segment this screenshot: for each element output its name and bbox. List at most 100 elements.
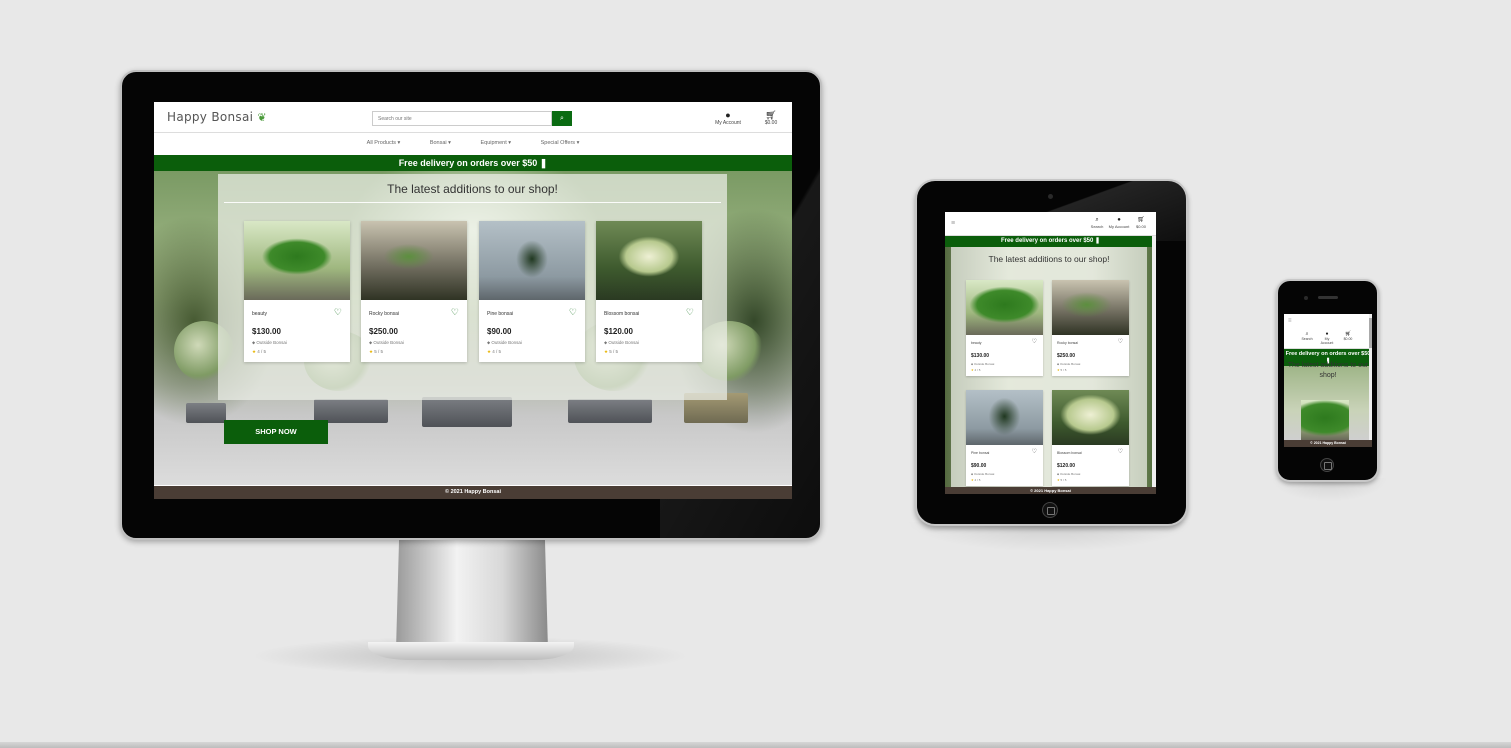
product-name[interactable]: Pine bonsai [971,451,989,455]
scrollbar[interactable] [1369,314,1372,447]
product-name[interactable]: Blossom bonsai [1057,451,1082,455]
latest-products-panel: The latest additions to our shop! beauty… [218,174,727,400]
product-card[interactable]: Pine bonsai ♡ $90.00 ⬥ Outside Bonsai ★ … [479,221,585,362]
product-price: $250.00 [369,327,398,336]
section-title: The latest additions to our shop! [988,254,1110,264]
product-category[interactable]: ⬥ Outside Bonsai [252,340,287,345]
hero-section: The latest additions to our shop! [1284,362,1372,440]
product-price: $90.00 [971,463,987,469]
delivery-banner: Free delivery on orders over $50 ❚ [945,236,1156,247]
product-rating: ★ 4 / 5 [971,368,981,372]
heart-icon[interactable]: ♡ [334,307,342,318]
tablet-screen: ≡ ⌕ Search ● My Account 🛒︎ $0.00 Free deliv… [945,212,1156,494]
search-toggle[interactable]: ⌕ Search [1085,216,1109,229]
heart-icon[interactable]: ♡ [1032,338,1037,345]
nav-all-products[interactable]: All Products ▾ [367,140,401,146]
product-category[interactable]: ⬥ Outside Bonsai [369,340,404,345]
product-rating: ★ 4 / 5 [252,349,267,354]
desktop-screen: Happy Bonsai ❦ Search our site ⌕ ● My Ac… [154,102,792,499]
search-toggle[interactable]: ⌕ Search [1298,331,1316,341]
heart-icon[interactable]: ♡ [569,307,577,318]
product-card[interactable]: Blossom bonsai ♡ $120.00 ⬥ Outside Bonsa… [596,221,702,362]
search-button[interactable]: ⌕ [552,111,572,126]
product-image[interactable] [1052,390,1129,445]
hamburger-menu-icon[interactable]: ≡ [951,220,955,227]
section-title: The latest additions to our shop! [387,182,558,196]
product-category[interactable]: ⬥ Outside Bonsai [1057,362,1080,366]
cart-link[interactable]: 🛒︎ $0.00 [1340,331,1356,341]
product-price: $130.00 [252,327,281,336]
product-image[interactable] [479,221,585,300]
shop-now-button[interactable]: SHOP NOW [224,420,328,444]
nav-special-offers[interactable]: Special Offers ▾ [541,140,580,146]
leaf-icon: ❦ [257,111,267,124]
product-category[interactable]: ⬥ Outside Bonsai [604,340,639,345]
search-icon: ⌕ [560,115,564,122]
product-card[interactable]: beauty ♡ $130.00 ⬥ Outside Bonsai ★ 4 / … [966,280,1043,376]
cart-icon: 🛒︎ [765,110,777,120]
product-image[interactable] [966,280,1043,335]
heart-icon[interactable]: ♡ [1118,338,1123,345]
product-image[interactable] [596,221,702,300]
floor-shadow [0,742,1511,748]
hamburger-menu-icon[interactable]: ≡ [1288,318,1292,324]
hero-section: The latest additions to our shop! beauty… [154,171,792,485]
heart-icon[interactable]: ♡ [686,307,694,318]
phone-home-button [1320,458,1334,472]
site-logo[interactable]: Happy Bonsai ❦ [167,110,267,124]
product-image[interactable] [1301,400,1349,440]
tablet-reflection [905,522,1195,552]
product-name[interactable]: Rocky bonsai [1057,341,1078,345]
cart-link[interactable]: 🛒︎ $0.00 [758,110,784,126]
product-name[interactable]: Blossom bonsai [604,311,639,317]
site-header: ≡ ⌕ Search ● My Account 🛒︎ $0.00 [945,212,1156,236]
nav-equipment[interactable]: Equipment ▾ [480,140,511,146]
product-category[interactable]: ⬥ Outside Bonsai [971,472,994,476]
hero-bg-pot [186,403,226,423]
product-card[interactable]: Blossom bonsai ♡ $120.00 ⬥ Outside Bonsa… [1052,390,1129,486]
search-input[interactable]: Search our site [372,111,552,126]
divider [224,202,721,203]
cart-link[interactable]: 🛒︎ $0.00 [1131,216,1151,229]
product-image[interactable] [966,390,1043,445]
product-image[interactable] [361,221,467,300]
product-card[interactable]: Rocky bonsai ♡ $250.00 ⬥ Outside Bonsai … [1052,280,1129,376]
product-name[interactable]: Rocky bonsai [369,311,399,317]
product-category[interactable]: ⬥ Outside Bonsai [487,340,522,345]
phone-camera [1304,296,1308,300]
monitor-stand [396,540,548,650]
heart-icon[interactable]: ♡ [1032,448,1037,455]
scrollbar[interactable] [1152,236,1156,487]
product-name[interactable]: beauty [252,311,267,317]
product-card[interactable]: beauty ♡ $130.00 ⬥ Outside Bonsai ★ 4 / … [244,221,350,362]
product-category[interactable]: ⬥ Outside Bonsai [971,362,994,366]
product-rating: ★ 4 / 5 [487,349,502,354]
hero-bg-pot [568,399,652,423]
product-price: $130.00 [971,353,990,359]
heart-icon[interactable]: ♡ [1118,448,1123,455]
heart-icon[interactable]: ♡ [451,307,459,318]
nav-bonsai[interactable]: Bonsai ▾ [430,140,451,146]
site-header: Happy Bonsai ❦ Search our site ⌕ ● My Ac… [154,102,792,133]
product-card[interactable]: Rocky bonsai ♡ $250.00 ⬥ Outside Bonsai … [361,221,467,362]
product-name[interactable]: Pine bonsai [487,311,513,317]
product-rating: ★ 5 / 5 [1057,368,1067,372]
my-account-link[interactable]: ● My Account [1318,331,1336,345]
product-category[interactable]: ⬥ Outside Bonsai [1057,472,1080,476]
my-account-link[interactable]: ● My Account [1107,216,1131,229]
product-rating: ★ 5 / 5 [369,349,384,354]
site-footer: © 2021 Happy Bonsai [1284,440,1372,447]
hero-section: The latest additions to our shop! beauty… [945,247,1156,487]
product-rating: ★ 4 / 5 [971,478,981,482]
user-icon: ● [1117,217,1121,223]
product-image[interactable] [1052,280,1129,335]
user-icon: ● [725,110,731,120]
product-image[interactable] [244,221,350,300]
cart-icon: 🛒︎ [1137,217,1145,223]
tablet-home-button [1042,502,1058,518]
product-name[interactable]: beauty [971,341,982,345]
product-card[interactable]: Pine bonsai ♡ $90.00 ⬥ Outside Bonsai ★ … [966,390,1043,486]
product-price: $250.00 [1057,353,1076,359]
my-account-link[interactable]: ● My Account [710,110,746,126]
tablet-camera [1048,194,1053,199]
